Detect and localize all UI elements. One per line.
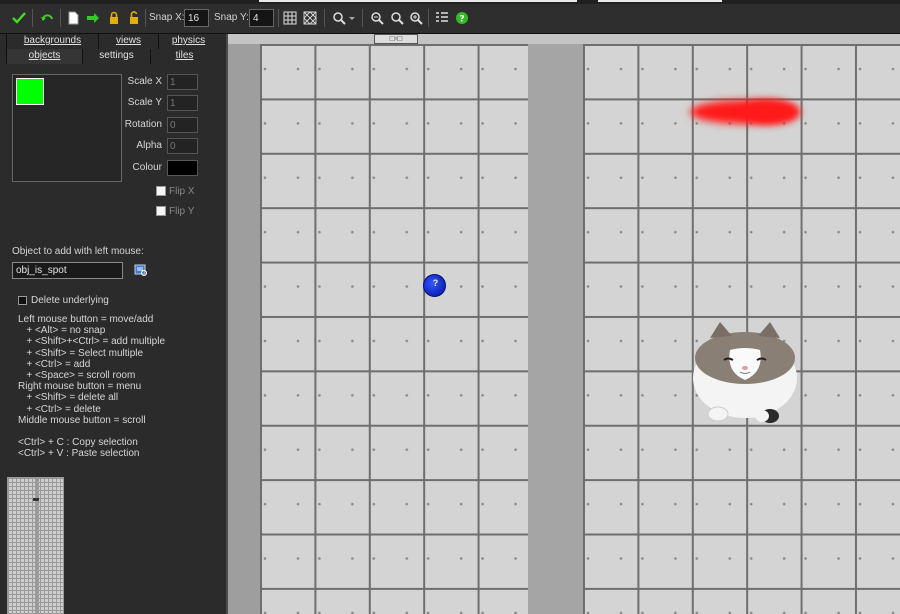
- zoom-in-icon[interactable]: [407, 9, 425, 27]
- grid-icon[interactable]: [281, 9, 299, 27]
- help-line: [18, 426, 165, 437]
- help-line: + <Alt> = no snap: [18, 325, 106, 337]
- rotation-input[interactable]: [167, 117, 198, 133]
- tab-physics[interactable]: physics: [158, 34, 218, 49]
- snap-y-label: Snap Y:: [214, 12, 249, 23]
- room-marker[interactable]: □▫□: [374, 34, 418, 44]
- cat-sprite[interactable]: [690, 320, 800, 424]
- minimap-marker: [33, 498, 39, 501]
- colour-label: Colour: [132, 162, 162, 173]
- toolbar-separator: [60, 9, 61, 27]
- help-line: <Ctrl> + C : Copy selection: [18, 437, 138, 449]
- help-line: + <Shift>+<Ctrl> = add multiple: [18, 336, 166, 348]
- flip-x-label: Flip X: [169, 186, 195, 197]
- tab-label: tiles: [175, 50, 194, 61]
- tab-views[interactable]: views: [98, 34, 158, 49]
- zoom-icon[interactable]: [330, 9, 348, 27]
- spot-label: ?: [432, 278, 439, 288]
- delete-underlying-checkbox[interactable]: [18, 296, 27, 305]
- object-browse-icon[interactable]: [134, 263, 148, 277]
- help-icon[interactable]: ?: [453, 9, 471, 27]
- scale-x-input[interactable]: [167, 74, 198, 90]
- alpha-label: Alpha: [136, 140, 162, 151]
- snap-x-label: Snap X:: [149, 12, 185, 23]
- scale-y-input[interactable]: [167, 95, 198, 111]
- toolbar-separator: [324, 9, 325, 27]
- tab-settings[interactable]: settings: [82, 49, 150, 64]
- mouse-help-text: Left mouse button = move/add + <Alt> = n…: [18, 314, 165, 460]
- toolbar-separator: [362, 9, 363, 27]
- help-line: <Ctrl> + V : Paste selection: [18, 448, 140, 460]
- help-line: + <Ctrl> = add: [18, 358, 91, 370]
- help-line: + <Shift> = delete all: [18, 392, 119, 404]
- spot-object[interactable]: ?: [423, 274, 446, 297]
- delete-underlying-label: Delete underlying: [31, 295, 109, 306]
- snap-y-input[interactable]: [249, 9, 274, 27]
- toolbar: Snap X: Snap Y: ?: [0, 0, 900, 34]
- arrow-right-icon[interactable]: [84, 9, 102, 27]
- help-line: Left mouse button = move/add: [18, 314, 154, 325]
- object-name-field[interactable]: [12, 262, 123, 279]
- tab-strip-top: [0, 0, 900, 4]
- flip-y-label: Flip Y: [169, 206, 195, 217]
- unlock-icon[interactable]: [125, 9, 143, 27]
- room-canvas[interactable]: □▫□ ?: [226, 34, 900, 614]
- flip-x-checkbox[interactable]: [156, 186, 166, 196]
- scale-y-label: Scale Y: [127, 97, 162, 108]
- room-left-wall: [228, 34, 260, 614]
- tab-strip-segment: [417, 0, 577, 2]
- scale-x-label: Scale X: [127, 76, 162, 87]
- properties-panel: backgrounds views physics objects settin…: [0, 34, 222, 614]
- check-icon[interactable]: [10, 9, 28, 27]
- tab-label: objects: [28, 50, 61, 61]
- list-icon[interactable]: [433, 9, 451, 27]
- tab-label: physics: [171, 35, 206, 46]
- tab-label: views: [115, 35, 141, 46]
- room-minimap[interactable]: [7, 477, 64, 614]
- tab-objects[interactable]: objects: [6, 49, 82, 64]
- zoom-out-icon[interactable]: [368, 9, 386, 27]
- new-document-icon[interactable]: [64, 9, 82, 27]
- tab-bar: backgrounds views physics objects settin…: [6, 34, 218, 64]
- zoom-reset-icon[interactable]: [388, 9, 406, 27]
- lock-icon[interactable]: [105, 9, 123, 27]
- red-blur-object[interactable]: [742, 100, 798, 124]
- help-line: + <Shift> = Select multiple: [18, 347, 144, 359]
- help-line: Middle mouse button = scroll: [18, 414, 146, 426]
- tile-area-left: [260, 44, 528, 614]
- help-line: + <Ctrl> = delete: [18, 403, 101, 415]
- object-sprite-swatch: [16, 78, 44, 105]
- room-center-wall: [528, 34, 583, 614]
- tab-strip-segment: [598, 0, 722, 2]
- toolbar-separator: [428, 9, 429, 27]
- undo-icon[interactable]: [38, 9, 56, 27]
- tab-backgrounds[interactable]: backgrounds: [6, 34, 98, 49]
- svg-text:?: ?: [459, 15, 464, 25]
- colour-picker[interactable]: [167, 160, 198, 176]
- help-line: + <Space> = scroll room: [18, 370, 136, 382]
- help-line: Right mouse button = menu: [18, 381, 142, 393]
- flip-y-checkbox[interactable]: [156, 206, 166, 216]
- snap-x-input[interactable]: [184, 9, 209, 27]
- toolbar-separator: [32, 9, 33, 27]
- isometric-grid-icon[interactable]: [301, 9, 319, 27]
- chevron-down-icon[interactable]: [347, 9, 357, 27]
- room-top-wall: [228, 34, 900, 44]
- toolbar-separator: [145, 9, 146, 27]
- toolbar-separator: [278, 9, 279, 27]
- tab-label: settings: [99, 50, 134, 61]
- tab-tiles[interactable]: tiles: [150, 49, 218, 64]
- tab-strip-segment: [259, 0, 437, 2]
- alpha-input[interactable]: [167, 138, 198, 154]
- tab-label: backgrounds: [23, 35, 82, 46]
- object-to-add-label: Object to add with left mouse:: [12, 246, 144, 257]
- rotation-label: Rotation: [124, 119, 162, 130]
